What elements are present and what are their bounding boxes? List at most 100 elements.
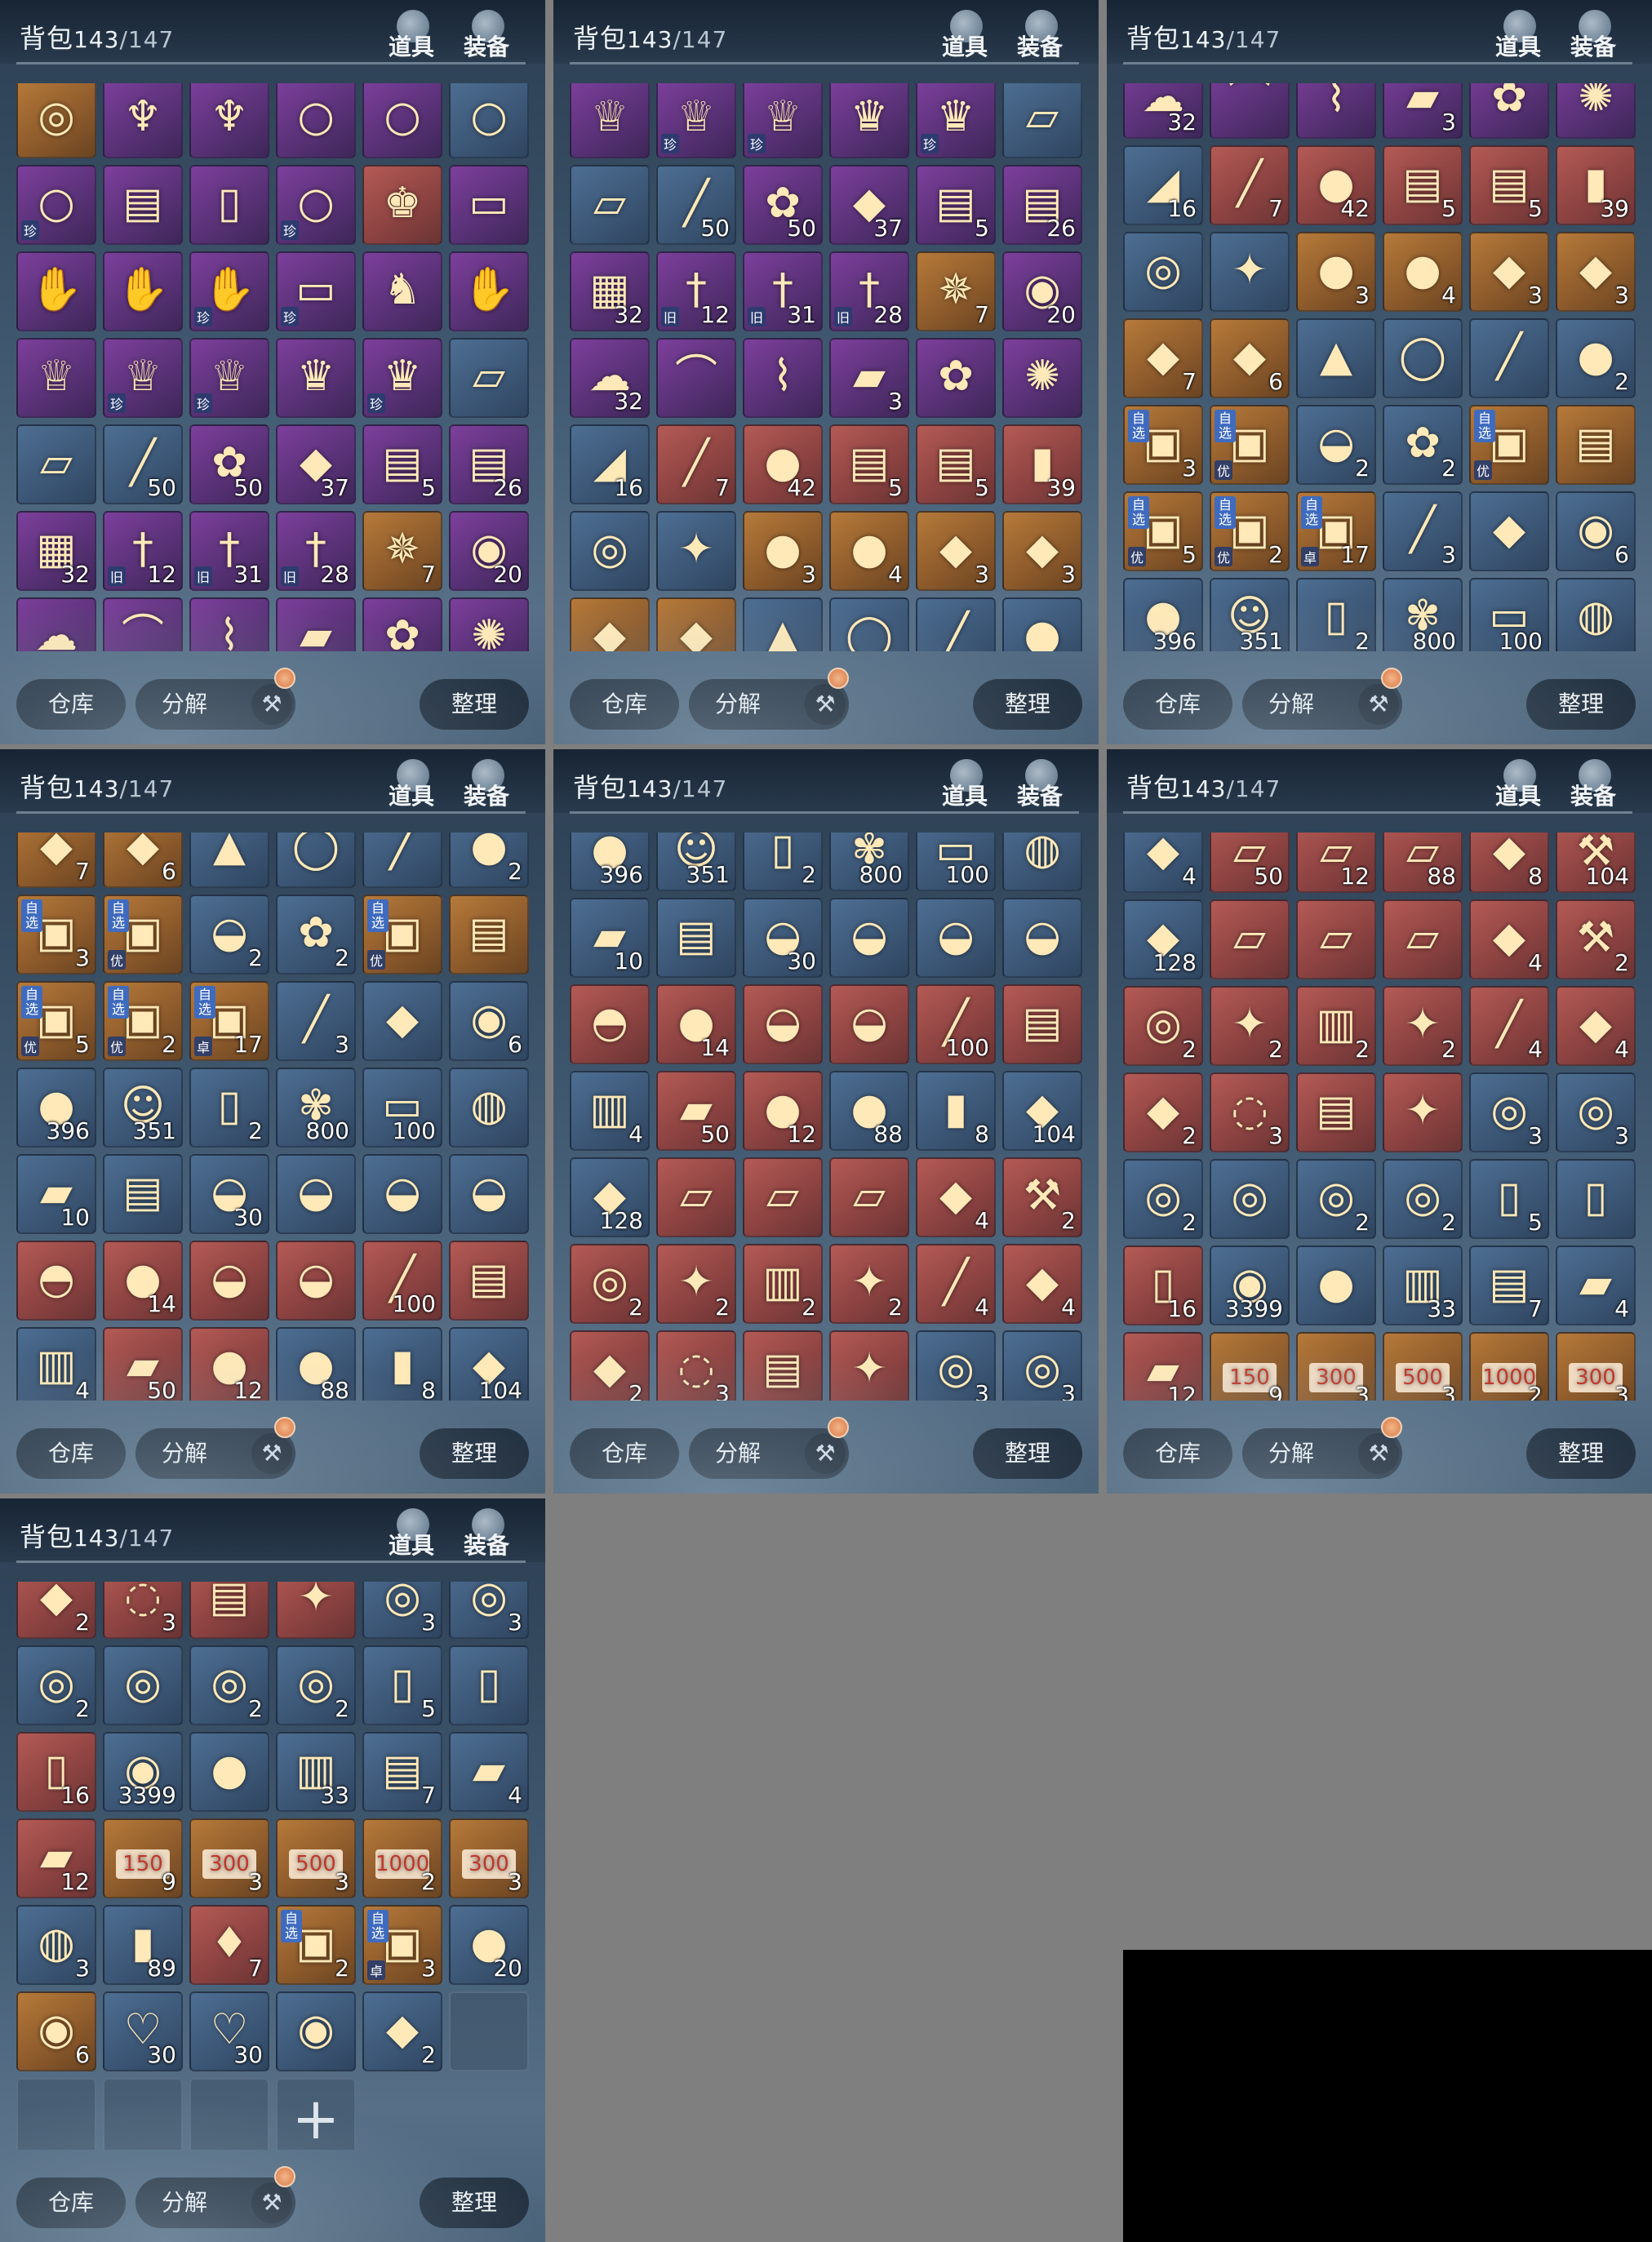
item-slot[interactable]: ▱ <box>1383 899 1463 979</box>
item-slot[interactable]: ▱ <box>1296 899 1376 979</box>
item-slot[interactable]: ✦ 2 <box>1210 986 1290 1066</box>
storage-button[interactable]: 仓库 <box>570 1428 679 1479</box>
item-slot[interactable]: ♛ <box>276 338 356 418</box>
item-slot[interactable]: ◆ 3 <box>1002 511 1082 591</box>
item-slot[interactable]: ◆ 4 <box>1556 986 1636 1066</box>
item-slot[interactable]: ● 3 <box>743 511 823 591</box>
item-slot[interactable]: ▯ <box>1556 1159 1636 1239</box>
item-slot[interactable]: ▲ <box>1296 318 1376 398</box>
item-grid[interactable]: ● 396 ☺ 351 ▯ 2 ✾ 800 ▭ 100 ◍ ▰ 10 ▤ ◒ 30 ◒ ◒ ◒ ◓ ● 14 ◒ ◒ ╱ 100 ▤… <box>570 832 1084 1401</box>
item-slot[interactable]: ▤ <box>189 1582 269 1639</box>
item-slot[interactable]: ▤ <box>103 165 183 245</box>
item-slot[interactable]: ▯ 2 <box>1296 578 1376 651</box>
item-slot[interactable]: ◯ <box>1383 318 1463 398</box>
item-slot[interactable]: ♕ 珍 <box>189 338 269 418</box>
item-slot[interactable]: ▰ 12 <box>1123 1332 1203 1401</box>
item-slot[interactable]: ☺ 351 <box>103 1068 183 1148</box>
item-slot[interactable]: ▯ 16 <box>16 1732 96 1812</box>
item-slot[interactable]: ▤ 5 <box>362 424 442 504</box>
item-slot[interactable]: ▣ 自选优 <box>1469 405 1549 485</box>
item-grid[interactable]: ◆ 7 ◆ 6 ▲ ◯ ╱ ● 2 ▣ 自选 3 ▣ 自选优 ◒ 2 ✿ 2 ▣ 自选优 ▤ ▣ 自选优 5 ▣ 自选优 2 ▣ 自选卓… <box>16 832 531 1401</box>
item-slot[interactable]: ▥ 33 <box>1383 1245 1463 1325</box>
item-slot[interactable]: ♞ <box>362 251 442 331</box>
item-slot[interactable]: ▣ 自选优 <box>1210 405 1290 485</box>
item-slot[interactable]: † 旧 28 <box>829 251 909 331</box>
tab-equip[interactable]: 装备 <box>1010 759 1069 811</box>
item-grid[interactable]: ◆ 2 ◌ 3 ▤ ✦ ◎ 3 ◎ 3 ◎ 2 ◎ ◎ 2 ◎ 2 ▯ 5 ▯ ▯ 16 ◉ 3399 ● ▥ 33 ▤ 7 ▰ 4 ▰ 12 1… <box>16 1582 531 2150</box>
item-slot[interactable]: ▱ 88 <box>1383 832 1463 893</box>
item-slot[interactable]: ♕ 珍 <box>743 83 823 158</box>
item-slot[interactable]: ◉ 20 <box>1002 251 1082 331</box>
sort-button[interactable]: 整理 <box>973 679 1082 730</box>
item-slot[interactable]: ◎ 2 <box>189 1645 269 1725</box>
item-slot[interactable]: ✿ 2 <box>276 895 356 974</box>
item-slot[interactable]: ◆ 2 <box>362 1991 442 2071</box>
item-slot[interactable]: † 旧 12 <box>103 511 183 591</box>
hammer-icon[interactable]: ⚒ <box>251 2182 292 2223</box>
decompose-button[interactable]: 分解 ⚒ <box>1242 679 1402 730</box>
item-slot[interactable]: ⌒ <box>656 338 736 418</box>
item-slot[interactable]: ⌒ <box>1210 83 1290 139</box>
item-slot[interactable]: ● 3 <box>1296 232 1376 312</box>
item-slot[interactable]: ◆ 2 <box>570 1330 650 1401</box>
item-slot[interactable]: 300 3 <box>1556 1332 1636 1401</box>
item-slot[interactable]: ✾ 800 <box>1383 578 1463 651</box>
empty-slot[interactable] <box>449 1991 529 2071</box>
item-slot[interactable]: ✿ <box>362 597 442 651</box>
item-slot[interactable]: ▣ 自选卓 3 <box>362 1905 442 1985</box>
item-slot[interactable]: ▤ 7 <box>1469 1245 1549 1325</box>
item-slot[interactable]: ▱ <box>1210 899 1290 979</box>
storage-button[interactable]: 仓库 <box>16 1428 126 1479</box>
item-slot[interactable]: ⌇ <box>189 597 269 651</box>
item-slot[interactable]: ☺ 351 <box>1210 578 1290 651</box>
item-slot[interactable]: 300 3 <box>449 1818 529 1898</box>
item-slot[interactable]: ▮ 39 <box>1556 145 1636 225</box>
item-slot[interactable]: ✦ <box>1383 1072 1463 1152</box>
item-slot[interactable]: ◆ 2 <box>1123 1072 1203 1152</box>
item-slot[interactable]: ╱ 7 <box>656 424 736 504</box>
item-slot[interactable]: ▣ 自选 3 <box>16 895 96 974</box>
empty-slot[interactable] <box>16 2078 96 2150</box>
item-slot[interactable]: ✿ 2 <box>1383 405 1463 485</box>
item-slot[interactable]: ▤ <box>1556 405 1636 485</box>
item-slot[interactable]: ▭ 100 <box>916 832 996 891</box>
item-slot[interactable]: ▤ 5 <box>1469 145 1549 225</box>
item-slot[interactable]: ▮ 8 <box>916 1071 996 1151</box>
item-slot[interactable]: ✦ 2 <box>1383 986 1463 1066</box>
item-slot[interactable]: ◓ <box>16 1241 96 1321</box>
item-slot[interactable]: ▤ <box>449 1241 529 1321</box>
item-slot[interactable]: ◍ <box>1556 578 1636 651</box>
item-slot[interactable]: ▣ 自选 2 <box>276 1905 356 1985</box>
item-slot[interactable]: 1000 2 <box>362 1818 442 1898</box>
item-slot[interactable]: ● 2 <box>449 832 529 888</box>
item-slot[interactable]: ⚒ 104 <box>1556 832 1636 893</box>
item-slot[interactable]: ◍ <box>449 1068 529 1148</box>
item-slot[interactable]: ● <box>1296 1245 1376 1325</box>
item-slot[interactable]: ● 88 <box>829 1071 909 1151</box>
storage-button[interactable]: 仓库 <box>1123 1428 1232 1479</box>
item-slot[interactable]: ▰ 3 <box>829 338 909 418</box>
item-slot[interactable]: ☁ 32 <box>570 338 650 418</box>
item-slot[interactable]: ◆ 104 <box>1002 1071 1082 1151</box>
tab-items[interactable]: 道具 <box>382 1508 441 1561</box>
item-slot[interactable]: ◯ <box>276 832 356 888</box>
item-slot[interactable]: ▤ <box>656 898 736 978</box>
item-slot[interactable]: ▲ <box>189 832 269 888</box>
item-slot[interactable]: ✦ 2 <box>656 1244 736 1324</box>
item-slot[interactable]: ▱ <box>743 1157 823 1237</box>
item-slot[interactable]: ◆ 6 <box>1210 318 1290 398</box>
item-slot[interactable]: ▣ 自选卓 17 <box>189 981 269 1061</box>
item-slot[interactable]: ● 42 <box>743 424 823 504</box>
item-slot[interactable]: ╱ 3 <box>1383 491 1463 571</box>
item-slot[interactable]: ▱ <box>829 1157 909 1237</box>
item-slot[interactable]: ▰ 3 <box>1383 83 1463 139</box>
tab-equip[interactable]: 装备 <box>457 1508 516 1561</box>
decompose-button[interactable]: 分解 ⚒ <box>689 1428 849 1479</box>
item-slot[interactable]: ✋ <box>16 251 96 331</box>
item-slot[interactable]: ⚒ 2 <box>1002 1157 1082 1237</box>
item-slot[interactable]: ▤ 5 <box>829 424 909 504</box>
item-slot[interactable]: ◆ 8 <box>1469 832 1549 893</box>
tab-items[interactable]: 道具 <box>935 759 994 811</box>
item-slot[interactable]: ♕ <box>16 338 96 418</box>
item-slot[interactable]: ▯ 2 <box>743 832 823 891</box>
